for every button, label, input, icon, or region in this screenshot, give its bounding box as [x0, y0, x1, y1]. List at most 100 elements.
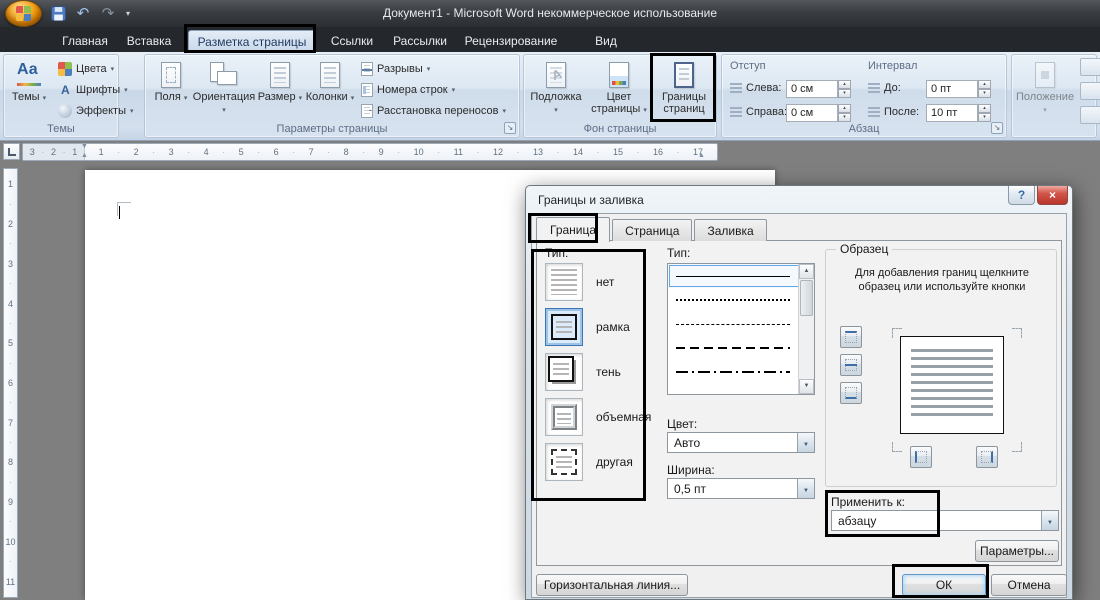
apply-to-dropdown-arrow[interactable]: ▼ — [1041, 511, 1058, 530]
paragraph-dialog-launcher[interactable]: ↘ — [991, 122, 1003, 134]
vertical-ruler[interactable]: 1·2·3·4·5·6·7·8·9·10·11 — [3, 168, 18, 598]
line-numbers-button[interactable]: Номера строк ▾ — [359, 80, 457, 100]
spin-down-icon[interactable]: ▾ — [838, 113, 851, 122]
page-setup-group-label: Параметры страницы — [145, 123, 519, 135]
scrollbar-thumb[interactable] — [800, 280, 813, 316]
page-setup-group: Поля ▾ Ориентация ▾ Размер ▾ Колонки — [144, 54, 520, 138]
spacing-after-field[interactable]: 10 пт — [926, 104, 978, 122]
cutoff-ribbon-icon[interactable] — [1080, 58, 1100, 76]
dropdown-arrow-icon: ▾ — [351, 95, 355, 102]
margins-button[interactable]: Поля ▾ — [149, 58, 193, 122]
tab-page-layout[interactable]: Разметка страницы — [188, 30, 316, 52]
setting-shadow[interactable]: тень — [545, 353, 651, 391]
indent-right-icon — [730, 107, 742, 119]
cancel-button[interactable]: Отмена — [991, 574, 1067, 596]
themes-button-label: Темы — [12, 91, 40, 103]
border-preview[interactable] — [900, 336, 1004, 434]
line-style-dotted[interactable] — [668, 288, 814, 312]
tab-stop-selector[interactable] — [3, 143, 20, 160]
spacing-before-spinner[interactable]: ▴ ▾ — [978, 80, 991, 98]
cutoff-ribbon-icon[interactable] — [1080, 106, 1100, 124]
tab-review[interactable]: Рецензирование — [462, 30, 560, 52]
tab-insert[interactable]: Вставка — [120, 30, 178, 52]
spin-up-icon[interactable]: ▴ — [838, 104, 851, 113]
setting-custom[interactable]: другая — [545, 443, 651, 481]
spin-down-icon[interactable]: ▾ — [978, 113, 991, 122]
indent-left-spinner[interactable]: ▴ ▾ — [838, 80, 851, 98]
setting-3d[interactable]: объемная — [545, 398, 651, 436]
spin-down-icon[interactable]: ▾ — [978, 89, 991, 98]
dialog-tab-shading[interactable]: Заливка — [694, 219, 766, 241]
breaks-button[interactable]: Разрывы ▾ — [359, 59, 432, 79]
tab-references[interactable]: Ссылки — [326, 30, 378, 52]
options-button[interactable]: Параметры... — [975, 540, 1059, 562]
spacing-before-field[interactable]: 0 пт — [926, 80, 978, 98]
inside-horizontal-border-icon — [845, 359, 857, 371]
left-indent-marker[interactable]: ▲ — [81, 152, 88, 159]
width-dropdown-arrow[interactable]: ▼ — [797, 479, 814, 498]
indent-right-field[interactable]: 0 см — [786, 104, 838, 122]
watermark-label: Подложка — [530, 91, 581, 103]
scroll-down-icon[interactable]: ▼ — [799, 379, 814, 394]
color-dropdown-arrow[interactable]: ▼ — [797, 433, 814, 452]
width-label: Ширина: — [667, 463, 715, 477]
spin-up-icon[interactable]: ▴ — [978, 80, 991, 89]
bottom-border-button[interactable] — [840, 382, 862, 404]
spin-up-icon[interactable]: ▴ — [838, 80, 851, 89]
watermark-button[interactable]: Подложка ▾ — [530, 58, 582, 122]
right-border-button[interactable] — [976, 446, 998, 468]
spacing-after-spinner[interactable]: ▴ ▾ — [978, 104, 991, 122]
inside-horizontal-border-button[interactable] — [840, 354, 862, 376]
indent-left-field[interactable]: 0 см — [786, 80, 838, 98]
page-color-button[interactable]: Цвет страницы ▾ — [586, 58, 652, 122]
line-style-scrollbar[interactable]: ▲ ▼ — [798, 264, 814, 394]
horizontal-ruler[interactable]: 3·2·1 1·2·3·4·5·6·7·8·9·10·11·12·13·14·1… — [22, 143, 718, 161]
tab-mailings[interactable]: Рассылки — [388, 30, 452, 52]
ok-button[interactable]: ОК — [902, 574, 986, 596]
line-style-dash-dot[interactable] — [668, 360, 814, 384]
theme-colors-button[interactable]: Цвета ▾ — [56, 59, 116, 79]
scroll-up-icon[interactable]: ▲ — [799, 264, 814, 279]
setting-box[interactable]: рамка — [545, 308, 651, 346]
tab-view[interactable]: Вид — [586, 30, 626, 52]
cutoff-ribbon-icon[interactable] — [1080, 82, 1100, 100]
color-dropdown[interactable]: Авто ▼ — [667, 432, 815, 453]
setting-none[interactable]: нет — [545, 263, 651, 301]
orientation-button[interactable]: Ориентация ▾ — [193, 58, 255, 122]
dialog-help-button[interactable]: ? — [1008, 186, 1035, 205]
first-line-indent-marker[interactable]: ▼ — [81, 143, 88, 150]
line-numbers-label: Номера строк — [377, 84, 448, 96]
dialog-body: Граница Страница Заливка Тип: нет рамка — [531, 213, 1067, 598]
apply-to-dropdown[interactable]: абзацу ▼ — [831, 510, 1059, 531]
line-style-dashed[interactable] — [668, 336, 814, 360]
right-indent-marker[interactable]: ▲ — [698, 152, 705, 159]
line-style-dashed-small[interactable] — [668, 312, 814, 336]
top-border-button[interactable] — [840, 326, 862, 348]
hyphenation-button[interactable]: Расстановка переносов ▾ — [359, 101, 508, 121]
horizontal-line-button[interactable]: Горизонтальная линия... — [536, 574, 688, 596]
theme-fonts-button[interactable]: Шрифты ▾ — [56, 80, 130, 100]
theme-effects-button[interactable]: Эффекты ▾ — [56, 101, 136, 121]
paragraph-group-label: Абзац — [722, 123, 1006, 135]
left-border-button[interactable] — [910, 446, 932, 468]
dialog-tab-page-border[interactable]: Страница — [612, 219, 692, 241]
themes-icon — [14, 60, 44, 90]
spin-down-icon[interactable]: ▾ — [838, 89, 851, 98]
themes-group-label: Темы — [4, 123, 118, 135]
page-setup-dialog-launcher[interactable]: ↘ — [504, 122, 516, 134]
dialog-close-button[interactable]: × — [1037, 186, 1068, 205]
page-borders-button[interactable]: Границы страниц — [656, 58, 712, 122]
size-button[interactable]: Размер ▾ — [257, 58, 303, 122]
paragraph-group: Отступ Интервал Слева: 0 см ▴ ▾ До: 0 пт… — [721, 54, 1007, 138]
columns-button[interactable]: Колонки ▾ — [305, 58, 355, 122]
themes-button[interactable]: Темы ▾ — [6, 58, 52, 122]
tab-home[interactable]: Главная — [56, 30, 114, 52]
width-dropdown[interactable]: 0,5 пт ▼ — [667, 478, 815, 499]
preview-corner-guide — [1012, 442, 1022, 452]
dialog-tab-border[interactable]: Граница — [536, 217, 610, 242]
spin-up-icon[interactable]: ▴ — [978, 104, 991, 113]
line-style-solid[interactable] — [668, 264, 814, 288]
position-button[interactable]: Положение ▾ — [1016, 58, 1074, 122]
line-style-list[interactable]: ▲ ▼ — [667, 263, 815, 395]
indent-right-spinner[interactable]: ▴ ▾ — [838, 104, 851, 122]
